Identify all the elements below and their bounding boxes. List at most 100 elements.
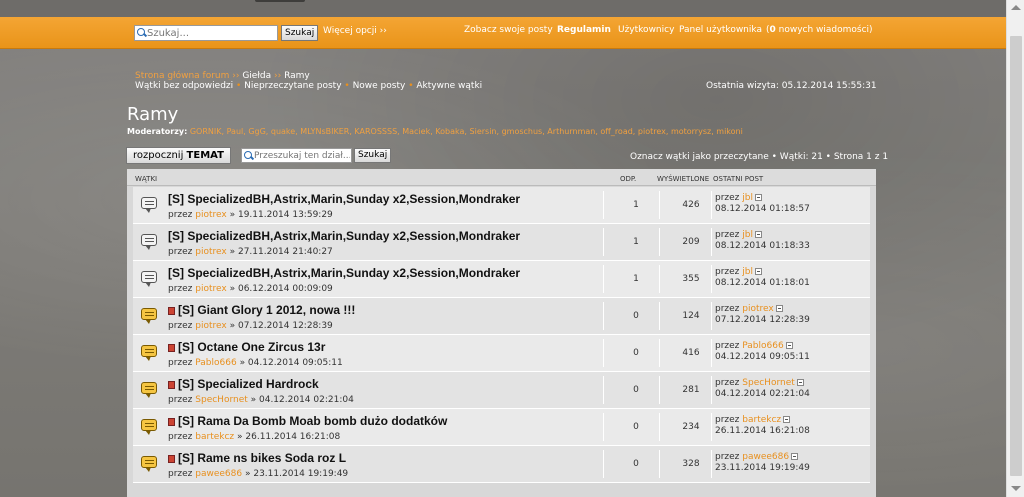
column-divider xyxy=(711,265,712,293)
header-search-input[interactable] xyxy=(147,27,275,39)
table-row[interactable]: [S] Giant Glory 1 2012, nowa !!! przez pi… xyxy=(133,298,870,335)
header-bar: Szukaj Więcej opcji ›› Zobacz swoje post… xyxy=(0,17,1006,49)
forum-search[interactable] xyxy=(241,148,352,163)
topic-author-link[interactable]: piotrex xyxy=(195,321,226,331)
moderators-list[interactable]: GORNIK, Paul, GgG, quake, MLYNsBIKER, KA… xyxy=(190,127,743,136)
topic-meta: przez bartekcz » 26.11.2014 16:21:08 xyxy=(168,432,341,442)
topic-author-link[interactable]: pawee686 xyxy=(195,469,242,479)
last-post-author-link[interactable]: jbl xyxy=(742,267,753,277)
unanswered-link[interactable]: Wątki bez odpowiedzi xyxy=(135,81,233,91)
last-post-date: 08.12.2014 01:18:01 xyxy=(715,278,810,288)
topic-author-link[interactable]: SpecHornet xyxy=(195,395,248,405)
scroll-down-icon[interactable] xyxy=(1011,486,1021,491)
pagination[interactable]: Oznacz wątki jako przeczytane • Wątki: 2… xyxy=(630,152,888,162)
table-row[interactable]: [S] Specialized Hardrock przez SpecHornet… xyxy=(133,372,870,409)
last-post-author-link[interactable]: Pablo666 xyxy=(742,341,783,351)
topic-title-link[interactable]: [S] SpecializedBH,Astrix,Marin,Sunday x2… xyxy=(168,266,520,280)
topic-author-link[interactable]: piotrex xyxy=(195,284,226,294)
last-post-author-link[interactable]: jbl xyxy=(742,193,753,203)
view-posts-link[interactable]: Zobacz swoje posty xyxy=(464,25,553,35)
table-row[interactable]: [S] Rama Da Bomb Moab bomb dużo dodatków… xyxy=(133,409,870,446)
search-icon xyxy=(137,28,147,38)
last-post-author-link[interactable]: SpecHornet xyxy=(742,378,795,388)
topics-table: Wątki Odp. Wyświetlone Ostatni post [S] … xyxy=(127,169,876,497)
new-topic-button[interactable]: rozpocznij TEMAT xyxy=(126,147,231,164)
goto-last-post-icon[interactable] xyxy=(775,305,783,312)
table-row[interactable]: [S] SpecializedBH,Astrix,Marin,Sunday x2… xyxy=(133,187,870,224)
topic-author-link[interactable]: piotrex xyxy=(195,210,226,220)
forum-search-button[interactable]: Szukaj xyxy=(354,148,392,163)
topic-author-link[interactable]: bartekcz xyxy=(195,432,234,442)
scrollbar[interactable] xyxy=(1006,0,1024,497)
goto-last-post-icon[interactable] xyxy=(754,194,762,201)
topic-meta: przez Pablo666 » 04.12.2014 09:05:11 xyxy=(168,358,343,368)
new-posts-link[interactable]: Nowe posty xyxy=(353,81,406,91)
topic-views: 328 xyxy=(682,459,700,469)
last-post-author-link[interactable]: bartekcz xyxy=(742,415,781,425)
header-last-post: Ostatni post xyxy=(713,175,764,183)
column-divider xyxy=(659,228,660,256)
breadcrumb-home[interactable]: Strona główna forum xyxy=(135,71,229,81)
column-divider xyxy=(711,450,712,478)
goto-last-post-icon[interactable] xyxy=(785,342,793,349)
scroll-thumb[interactable] xyxy=(1010,36,1022,476)
header-search[interactable] xyxy=(134,25,278,41)
last-post-author: przez bartekcz xyxy=(715,415,791,425)
last-post-author-link[interactable]: piotrex xyxy=(742,304,773,314)
table-row[interactable]: [S] SpecializedBH,Astrix,Marin,Sunday x2… xyxy=(133,261,870,298)
header-views: Wyświetlone xyxy=(657,175,710,183)
goto-last-post-icon[interactable] xyxy=(791,453,799,460)
search-icon xyxy=(244,150,254,161)
last-post-date: 08.12.2014 01:18:57 xyxy=(715,204,810,214)
forum-search-input[interactable] xyxy=(254,150,350,161)
topic-status-icon xyxy=(141,345,157,361)
column-divider xyxy=(603,302,604,330)
header-replies: Odp. xyxy=(620,175,637,183)
breadcrumb-market[interactable]: Giełda xyxy=(242,71,271,81)
rules-link[interactable]: Regulamin xyxy=(557,25,611,35)
topic-meta: przez piotrex » 19.11.2014 13:59:29 xyxy=(168,210,333,220)
moderators-label: Moderatorzy: xyxy=(127,127,188,136)
user-panel-link[interactable]: Panel użytkownika xyxy=(679,25,762,35)
topic-title-link[interactable]: [S] Specialized Hardrock xyxy=(168,377,319,391)
topic-title-link[interactable]: [S] Rame ns bikes Soda roz L xyxy=(168,451,346,465)
unread-link[interactable]: Nieprzeczytane posty xyxy=(244,81,341,91)
column-divider xyxy=(659,339,660,367)
topic-title-link[interactable]: [S] SpecializedBH,Astrix,Marin,Sunday x2… xyxy=(168,192,520,206)
header-topics: Wątki xyxy=(135,175,158,183)
topic-views: 355 xyxy=(682,274,700,284)
topic-title-link[interactable]: [S] Giant Glory 1 2012, nowa !!! xyxy=(168,303,355,317)
last-post-date: 04.12.2014 02:21:04 xyxy=(715,389,810,399)
column-divider xyxy=(711,376,712,404)
column-divider xyxy=(659,376,660,404)
goto-last-post-icon[interactable] xyxy=(796,379,804,386)
table-row[interactable]: [S] Octane One Zircus 13r przez Pablo666 … xyxy=(133,335,870,372)
last-post-author-link[interactable]: pawee686 xyxy=(742,452,789,462)
table-row[interactable]: [S] SpecializedBH,Astrix,Marin,Sunday x2… xyxy=(133,224,870,261)
header-search-button[interactable]: Szukaj xyxy=(281,25,319,41)
goto-last-post-icon[interactable] xyxy=(754,268,762,275)
topic-replies: 0 xyxy=(633,348,639,358)
table-row[interactable]: [S] Rame ns bikes Soda roz L przez pawee6… xyxy=(133,446,870,483)
topic-author-link[interactable]: Pablo666 xyxy=(195,358,236,368)
breadcrumb: Strona główna forum ›› Giełda ›› Ramy xyxy=(135,71,310,81)
topic-title-link[interactable]: [S] Rama Da Bomb Moab bomb dużo dodatków xyxy=(168,414,447,428)
moderators: Moderatorzy: GORNIK, Paul, GgG, quake, M… xyxy=(127,127,743,136)
topic-title-link[interactable]: [S] Octane One Zircus 13r xyxy=(168,340,325,354)
breadcrumb-current[interactable]: Ramy xyxy=(284,71,310,81)
goto-last-post-icon[interactable] xyxy=(783,416,791,423)
topic-meta: przez piotrex » 07.12.2014 12:28:39 xyxy=(168,321,333,331)
scroll-up-icon[interactable] xyxy=(1011,5,1021,10)
more-options-link[interactable]: Więcej opcji ›› xyxy=(323,26,387,36)
active-topics-link[interactable]: Aktywne wątki xyxy=(416,81,482,91)
topic-title-link[interactable]: [S] SpecializedBH,Astrix,Marin,Sunday x2… xyxy=(168,229,520,243)
topic-status-icon xyxy=(141,234,157,250)
goto-last-post-icon[interactable] xyxy=(754,231,762,238)
last-post-author-link[interactable]: jbl xyxy=(742,230,753,240)
topic-author-link[interactable]: piotrex xyxy=(195,247,226,257)
topic-status-icon xyxy=(141,382,157,398)
messages-link[interactable]: (0 nowych wiadomości) xyxy=(766,25,873,35)
site-logo xyxy=(255,0,305,2)
users-link[interactable]: Użytkownicy xyxy=(618,25,674,35)
topic-replies: 0 xyxy=(633,459,639,469)
